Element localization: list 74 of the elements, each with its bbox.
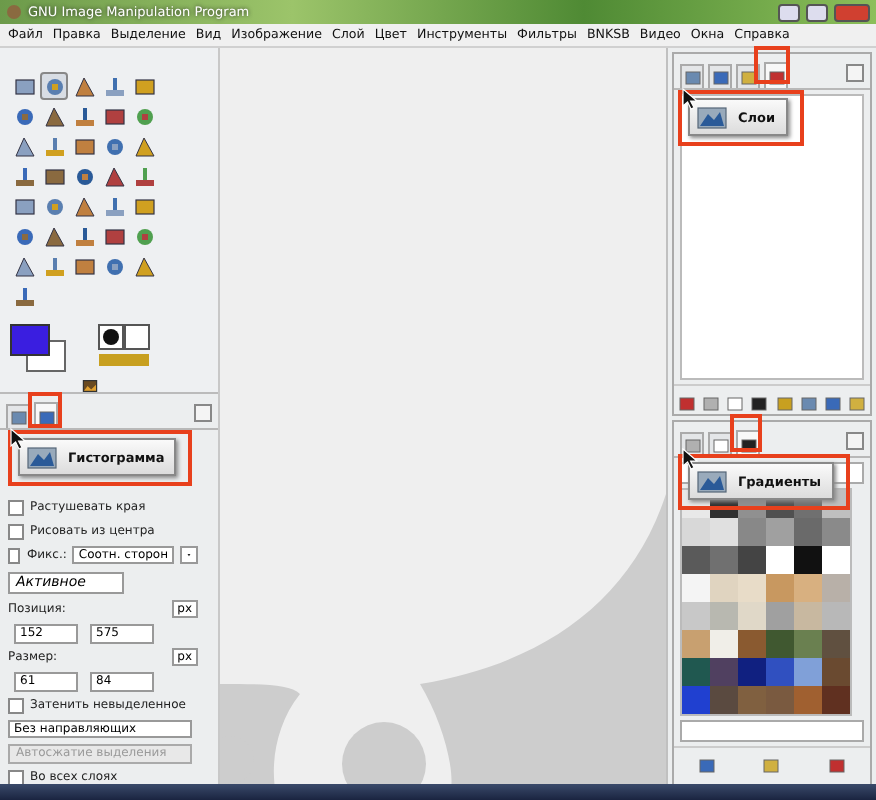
tool-button[interactable] bbox=[100, 72, 128, 100]
maximize-button[interactable] bbox=[806, 3, 828, 21]
tool-button[interactable] bbox=[10, 132, 38, 160]
tool-icon bbox=[43, 195, 65, 217]
tool-icon bbox=[43, 255, 65, 277]
close-button[interactable] bbox=[834, 3, 870, 21]
tool-button[interactable] bbox=[70, 192, 98, 220]
tool-icon bbox=[133, 195, 155, 217]
tool-icon bbox=[13, 165, 35, 187]
tool-icon bbox=[103, 135, 125, 157]
tool-icon bbox=[43, 135, 65, 157]
tool-button[interactable] bbox=[70, 102, 98, 130]
tool-button[interactable] bbox=[100, 162, 128, 190]
tool-button[interactable] bbox=[40, 222, 68, 250]
tooltip-icon bbox=[696, 104, 728, 130]
tool-icon bbox=[133, 75, 155, 97]
tool-icon bbox=[73, 195, 95, 217]
tool-button[interactable] bbox=[10, 162, 38, 190]
checkbox[interactable] bbox=[8, 547, 21, 563]
tool-icon bbox=[133, 135, 155, 157]
dropdown-arrow-button[interactable] bbox=[180, 546, 198, 564]
tab-icon bbox=[828, 755, 847, 773]
tool-button[interactable] bbox=[130, 162, 158, 190]
tool-icon bbox=[13, 105, 35, 127]
tool-button[interactable] bbox=[70, 72, 98, 100]
tool-button[interactable] bbox=[40, 132, 68, 160]
tooltip-icon bbox=[26, 444, 58, 470]
tool-button[interactable] bbox=[40, 102, 68, 130]
tool-button[interactable] bbox=[100, 192, 128, 220]
checkbox[interactable] bbox=[8, 769, 24, 785]
tab-icon bbox=[697, 755, 716, 773]
tooltip-icon bbox=[696, 468, 728, 494]
tool-icon bbox=[103, 75, 125, 97]
tool-icon bbox=[73, 225, 95, 247]
tool-button[interactable] bbox=[40, 252, 68, 280]
tool-icon bbox=[13, 135, 35, 157]
tool-icon bbox=[73, 255, 95, 277]
tool-icon bbox=[13, 255, 35, 277]
tool-icon bbox=[73, 165, 95, 187]
tool-icon bbox=[73, 135, 95, 157]
tool-icon bbox=[133, 255, 155, 277]
tool-button[interactable] bbox=[130, 252, 158, 280]
tool-button[interactable] bbox=[70, 222, 98, 250]
checkbox[interactable] bbox=[8, 697, 24, 713]
tool-icon bbox=[103, 105, 125, 127]
image-icon[interactable] bbox=[78, 380, 102, 392]
checkbox[interactable] bbox=[8, 499, 24, 515]
tool-icon bbox=[13, 195, 35, 217]
tool-icon bbox=[13, 225, 35, 247]
highlight-frame bbox=[754, 46, 790, 84]
tool-icon bbox=[103, 225, 125, 247]
pattern-grid[interactable] bbox=[680, 488, 852, 716]
tool-button[interactable] bbox=[10, 282, 38, 310]
tool-icon bbox=[73, 75, 95, 97]
tool-icon bbox=[43, 225, 65, 247]
tool-icon bbox=[43, 105, 65, 127]
tool-icon bbox=[13, 75, 35, 97]
tool-button[interactable] bbox=[130, 132, 158, 160]
tool-icon bbox=[13, 285, 35, 307]
cursor-icon bbox=[10, 428, 26, 450]
tool-icon bbox=[133, 225, 155, 247]
tool-icon bbox=[103, 195, 125, 217]
tool-icon bbox=[43, 75, 65, 97]
tool-icon bbox=[43, 165, 65, 187]
tool-icon bbox=[133, 165, 155, 187]
tool-icon bbox=[73, 105, 95, 127]
checkbox[interactable] bbox=[8, 523, 24, 539]
tab-icon bbox=[762, 755, 781, 773]
minimize-button[interactable] bbox=[778, 3, 800, 21]
cursor-icon bbox=[682, 88, 698, 110]
tool-icon bbox=[103, 165, 125, 187]
tool-icon bbox=[103, 255, 125, 277]
tool-button[interactable] bbox=[10, 252, 38, 280]
tool-icon bbox=[133, 105, 155, 127]
